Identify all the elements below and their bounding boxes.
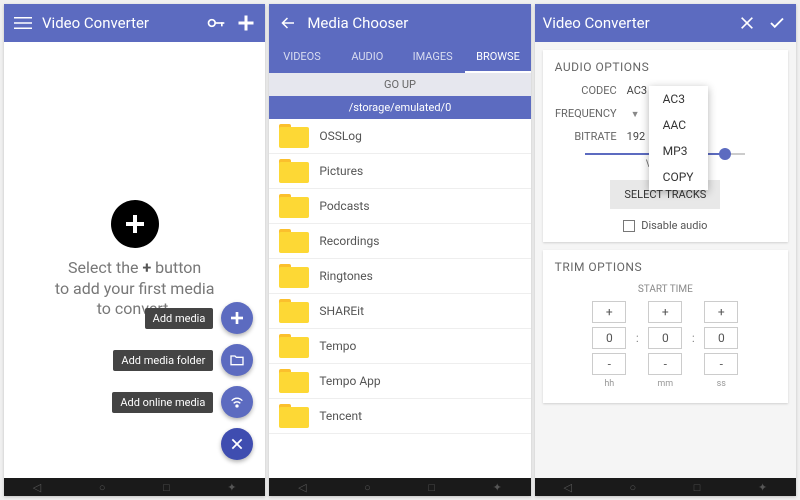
- folder-icon: [279, 124, 309, 148]
- nav-recent-icon[interactable]: □: [428, 481, 435, 494]
- fab-close[interactable]: [221, 428, 253, 460]
- list-item[interactable]: Podcasts: [269, 189, 530, 224]
- panel-media-chooser: Media Chooser VIDEOS AUDIO IMAGES BROWSE…: [269, 4, 530, 496]
- disable-audio-checkbox[interactable]: Disable audio: [555, 219, 776, 232]
- start-time-label: START TIME: [555, 284, 776, 295]
- card-audio-options: AUDIO OPTIONS CODEC AC3▼ FREQUENCY ▼ Hz …: [543, 50, 788, 242]
- tab-videos[interactable]: VIDEOS: [269, 42, 334, 73]
- ss-minus-button[interactable]: -: [704, 353, 738, 375]
- dropdown-option[interactable]: AC3: [649, 86, 708, 112]
- nav-home-icon[interactable]: ○: [629, 481, 636, 494]
- appbar-1: Video Converter: [4, 4, 265, 42]
- codec-dropdown-popup: AC3 AAC MP3 COPY: [649, 86, 708, 190]
- hh-plus-button[interactable]: +: [592, 301, 626, 323]
- back-icon[interactable]: [277, 12, 299, 34]
- key-icon[interactable]: [205, 12, 227, 34]
- folder-icon: [279, 159, 309, 183]
- fab-label-add-online: Add online media: [112, 392, 213, 413]
- nav-back-icon[interactable]: ◁: [33, 481, 41, 494]
- folder-icon: [279, 194, 309, 218]
- android-navbar-2: ◁ ○ □ ✦: [269, 478, 530, 496]
- plus-inline-icon: +: [142, 258, 151, 277]
- panel-audio-options: Video Converter AUDIO OPTIONS CODEC AC3▼…: [535, 4, 796, 496]
- fab-stack: Add media Add media folder Add online me…: [112, 302, 253, 460]
- list-item[interactable]: Ringtones: [269, 259, 530, 294]
- app-title-1: Video Converter: [42, 14, 197, 32]
- nav-recent-icon[interactable]: □: [694, 481, 701, 494]
- big-add-button[interactable]: [111, 200, 159, 248]
- appbar-3: Video Converter: [535, 4, 796, 42]
- confirm-icon[interactable]: [766, 12, 788, 34]
- list-item[interactable]: Tempo: [269, 329, 530, 364]
- current-path: /storage/emulated/0: [269, 96, 530, 119]
- media-tabs: VIDEOS AUDIO IMAGES BROWSE: [269, 42, 530, 73]
- checkbox-icon: [623, 220, 635, 232]
- nav-home-icon[interactable]: ○: [99, 481, 106, 494]
- panel-empty-state: Video Converter Select the + button to a…: [4, 4, 265, 496]
- mm-minus-button[interactable]: -: [648, 353, 682, 375]
- appbar-2: Media Chooser: [269, 4, 530, 42]
- dropdown-option[interactable]: AAC: [649, 112, 708, 138]
- options-body: AUDIO OPTIONS CODEC AC3▼ FREQUENCY ▼ Hz …: [535, 42, 796, 478]
- list-item[interactable]: OSSLog: [269, 119, 530, 154]
- mm-field[interactable]: 0: [648, 327, 682, 349]
- list-item[interactable]: Tencent: [269, 399, 530, 434]
- folder-icon: [279, 264, 309, 288]
- go-up-button[interactable]: GO UP: [269, 73, 530, 96]
- close-icon[interactable]: [736, 12, 758, 34]
- dropdown-option[interactable]: MP3: [649, 138, 708, 164]
- list-item[interactable]: SHAREit: [269, 294, 530, 329]
- app-title-2: Media Chooser: [307, 14, 522, 32]
- tab-browse[interactable]: BROWSE: [465, 42, 530, 73]
- hh-field[interactable]: 0: [592, 327, 626, 349]
- fab-add-online[interactable]: [221, 386, 253, 418]
- list-item[interactable]: Pictures: [269, 154, 530, 189]
- folder-icon: [279, 229, 309, 253]
- tab-audio[interactable]: AUDIO: [335, 42, 400, 73]
- tab-images[interactable]: IMAGES: [400, 42, 465, 73]
- fab-add-folder[interactable]: [221, 344, 253, 376]
- add-icon[interactable]: [235, 12, 257, 34]
- empty-state-body: Select the + button to add your first me…: [4, 42, 265, 478]
- menu-icon[interactable]: [12, 12, 34, 34]
- app-title-3: Video Converter: [543, 14, 728, 32]
- folder-icon: [279, 369, 309, 393]
- fab-label-add-media: Add media: [145, 308, 214, 329]
- list-item[interactable]: Tempo App: [269, 364, 530, 399]
- folder-icon: [279, 404, 309, 428]
- folder-icon: [279, 334, 309, 358]
- nav-recent-icon[interactable]: □: [163, 481, 170, 494]
- ss-field[interactable]: 0: [704, 327, 738, 349]
- android-navbar-3: ◁ ○ □ ✦: [535, 478, 796, 496]
- nav-home-icon[interactable]: ○: [364, 481, 371, 494]
- nav-back-icon[interactable]: ◁: [298, 481, 306, 494]
- nav-accessibility-icon[interactable]: ✦: [227, 481, 236, 494]
- folder-icon: [279, 299, 309, 323]
- mm-plus-button[interactable]: +: [648, 301, 682, 323]
- trim-options-heading: TRIM OPTIONS: [555, 260, 776, 274]
- list-item[interactable]: Recordings: [269, 224, 530, 259]
- hh-minus-button[interactable]: -: [592, 353, 626, 375]
- android-navbar-1: ◁ ○ □ ✦: [4, 478, 265, 496]
- chevron-down-icon: ▼: [631, 110, 640, 120]
- audio-options-heading: AUDIO OPTIONS: [555, 60, 776, 74]
- nav-back-icon[interactable]: ◁: [563, 481, 571, 494]
- nav-accessibility-icon[interactable]: ✦: [758, 481, 767, 494]
- file-list: OSSLog Pictures Podcasts Recordings Ring…: [269, 119, 530, 478]
- fab-label-add-folder: Add media folder: [113, 350, 213, 371]
- dropdown-option[interactable]: COPY: [649, 164, 708, 190]
- fab-add-media[interactable]: [221, 302, 253, 334]
- nav-accessibility-icon[interactable]: ✦: [493, 481, 502, 494]
- ss-plus-button[interactable]: +: [704, 301, 738, 323]
- card-trim-options: TRIM OPTIONS START TIME + + + 0: 0: 0 - …: [543, 250, 788, 403]
